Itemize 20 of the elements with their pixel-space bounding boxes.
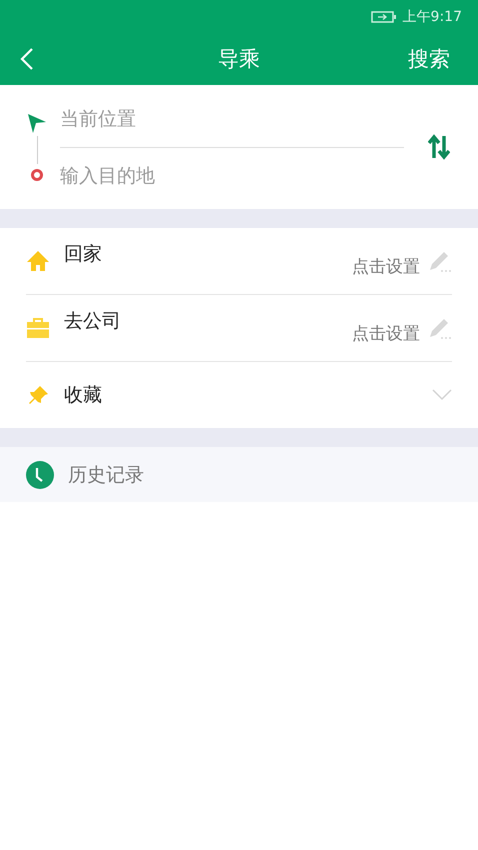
place-label[interactable]: 去公司 (64, 308, 352, 334)
place-label[interactable]: 收藏 (64, 382, 432, 408)
briefcase-icon (26, 317, 50, 339)
battery-icon (370, 10, 397, 22)
house-icon (26, 250, 50, 272)
clock-icon (26, 460, 54, 488)
location-arrow-icon (26, 112, 48, 134)
place-label[interactable]: 回家 (64, 241, 352, 267)
back-icon[interactable] (20, 47, 34, 71)
page-title: 导乘 (218, 46, 260, 73)
set-link[interactable]: 点击设置 (352, 254, 420, 278)
history-label[interactable]: 历史记录 (68, 462, 144, 488)
chevron-icon[interactable] (432, 389, 452, 401)
search-button[interactable]: 搜索 (408, 45, 450, 73)
status-time: 上午9:17 (402, 8, 462, 26)
destination-dot-icon (30, 168, 44, 182)
swap-icon[interactable] (428, 134, 450, 160)
origin-field[interactable]: 当前位置 (60, 90, 404, 148)
destination-field[interactable]: 输入目的地 (60, 148, 404, 204)
set-link[interactable]: 点击设置 (352, 322, 420, 344)
